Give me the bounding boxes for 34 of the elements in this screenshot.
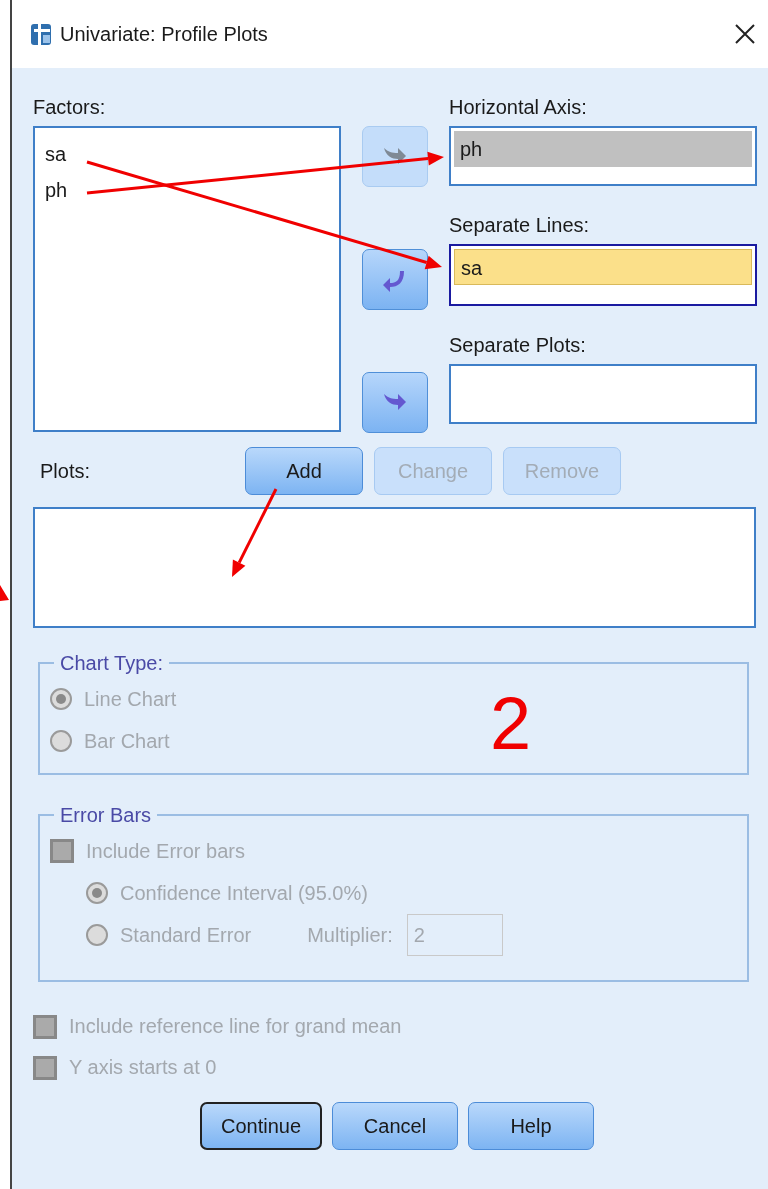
app-icon: [30, 21, 52, 47]
list-item[interactable]: sa: [454, 249, 752, 285]
option-label: Standard Error: [120, 923, 252, 947]
factors-list[interactable]: sa ph: [33, 126, 341, 432]
dialog-button[interactable]: Help: [468, 1102, 594, 1150]
list-item[interactable]: ph: [45, 172, 68, 208]
plot-button[interactable]: Add: [245, 447, 363, 495]
group-label: Error Bars: [59, 804, 153, 826]
checkbox-label: Include reference line for grand mean: [69, 1015, 402, 1038]
move-button[interactable]: [362, 372, 428, 433]
option-label: Confidence Interval (95.0%): [120, 881, 368, 905]
multiplier-label: Multiplier:: [307, 923, 393, 947]
annotation-number: 2: [490, 684, 532, 764]
option-label: Bar Chart: [84, 729, 170, 753]
target-list[interactable]: [449, 364, 757, 424]
plots-label: Plots:: [39, 459, 92, 483]
list-item[interactable]: sa: [45, 136, 67, 172]
window-title: Univariate: Profile Plots: [60, 22, 268, 46]
move-button[interactable]: [362, 249, 428, 310]
dialog-button[interactable]: Cancel: [332, 1102, 458, 1150]
list-label: Separate Plots:: [449, 334, 587, 356]
target-list[interactable]: sa: [449, 244, 757, 306]
checkbox-label: Y axis starts at 0: [69, 1056, 217, 1079]
plots-list[interactable]: [33, 507, 756, 628]
target-list[interactable]: ph: [449, 126, 757, 186]
list-item[interactable]: ph: [454, 131, 752, 167]
list-label: Horizontal Axis:: [449, 96, 588, 118]
close-icon[interactable]: [734, 23, 756, 45]
list-label: Separate Lines:: [449, 214, 591, 236]
group-label: Chart Type:: [59, 652, 165, 674]
dialog-button[interactable]: Continue: [200, 1102, 322, 1150]
list-label: Factors:: [33, 96, 107, 118]
option-label: Line Chart: [84, 687, 177, 711]
checkbox-label: Include Error bars: [86, 839, 245, 863]
